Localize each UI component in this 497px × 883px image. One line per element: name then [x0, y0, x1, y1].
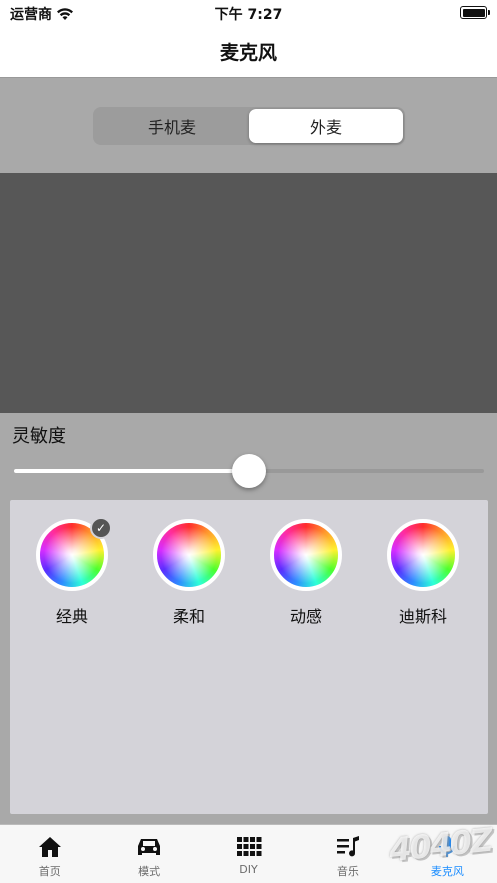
mode-label: 迪斯科 — [398, 607, 447, 626]
mode-item-soft[interactable]: 柔和 — [139, 519, 239, 627]
tab-home[interactable]: 首页 — [0, 825, 99, 883]
music-icon — [336, 836, 359, 857]
tab-label: 首页 — [38, 865, 61, 878]
source-selector-area: 手机麦 外麦 — [0, 78, 497, 173]
mode-item-classic[interactable]: ✓ 经典 — [22, 517, 122, 627]
mode-item-dynamic[interactable]: 动感 — [256, 519, 356, 627]
color-wheel-icon[interactable] — [153, 519, 225, 591]
tab-mode[interactable]: 模式 — [99, 825, 198, 883]
mode-panel: ✓ 经典 柔和 动感 迪斯科 — [10, 500, 488, 814]
mic-source-segmented-control: 手机麦 外麦 — [93, 107, 405, 145]
checkmark-icon: ✓ — [90, 517, 112, 539]
tab-music[interactable]: 音乐 — [298, 825, 397, 883]
tab-bar: 首页 模式 DIY 音乐 麦克风 — [0, 824, 497, 883]
mode-label: 经典 — [55, 607, 88, 626]
sensitivity-label: 灵敏度 — [12, 426, 66, 447]
color-wheel-icon[interactable] — [270, 519, 342, 591]
car-icon — [138, 839, 161, 855]
microphone-icon — [439, 836, 456, 857]
page-title: 麦克风 — [219, 42, 277, 64]
home-icon — [38, 837, 61, 857]
color-wheel-icon[interactable] — [387, 519, 459, 591]
slider-thumb[interactable] — [232, 454, 266, 488]
audio-visualizer-panel — [0, 173, 497, 413]
segment-external-mic[interactable]: 外麦 — [249, 109, 403, 143]
mode-item-disco[interactable]: 迪斯科 — [373, 519, 473, 627]
nav-bar: 麦克风 — [0, 26, 497, 78]
slider-track-fill — [14, 469, 249, 473]
status-time: 下午 7:27 — [214, 7, 283, 23]
status-bar: 运营商 下午 7:27 — [0, 0, 497, 26]
segment-phone-mic[interactable]: 手机麦 — [95, 109, 249, 143]
tab-label: DIY — [239, 863, 258, 876]
tab-microphone[interactable]: 麦克风 — [398, 825, 497, 883]
mode-label: 柔和 — [172, 607, 205, 626]
tab-label: 模式 — [138, 865, 161, 878]
battery-icon — [460, 6, 490, 19]
sensitivity-slider[interactable] — [14, 452, 484, 488]
grid-icon — [236, 837, 262, 856]
mode-label: 动感 — [289, 607, 322, 626]
tab-label: 麦克风 — [430, 865, 464, 878]
tab-label: 音乐 — [336, 865, 359, 878]
color-wheel-icon[interactable]: ✓ — [36, 517, 112, 591]
tab-diy[interactable]: DIY — [199, 825, 298, 883]
